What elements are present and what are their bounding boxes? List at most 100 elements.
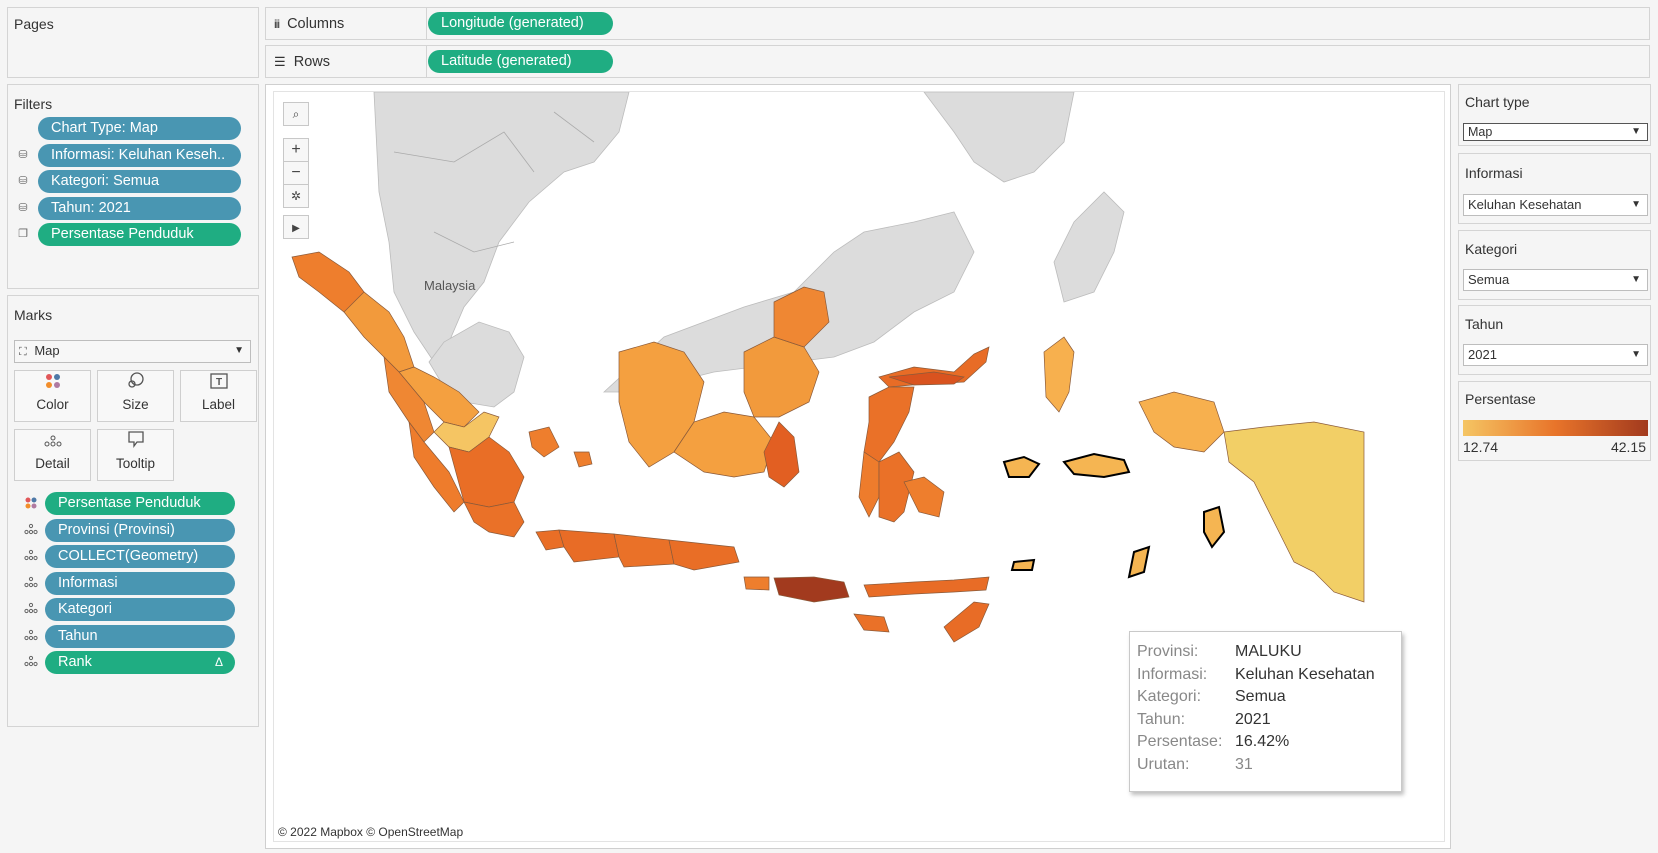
- filter-pill[interactable]: Chart Type: Map: [38, 117, 241, 140]
- informasi-dropdown[interactable]: Keluhan Kesehatan ▼: [1463, 194, 1648, 216]
- color-icon: [24, 496, 38, 510]
- province-jateng: [613, 533, 675, 568]
- mark-field-pill[interactable]: Kategori: [45, 598, 235, 621]
- legend-max: 42.15: [1610, 439, 1646, 455]
- label-card[interactable]: T Label: [180, 370, 257, 422]
- chevron-down-icon[interactable]: ▼: [1631, 345, 1641, 365]
- columns-icon: iii: [274, 17, 280, 31]
- datasource-filter-icon: ⛁: [18, 148, 28, 161]
- reset-map-icon: ✲: [290, 189, 302, 203]
- shelf-divider: [426, 46, 427, 77]
- tooltip-key: Urutan:: [1137, 756, 1190, 773]
- sheets-filter-icon: ❐: [18, 228, 28, 240]
- province-babel: [528, 426, 560, 458]
- shelf-divider: [426, 8, 427, 39]
- rows-shelf-label: ☰ Rows: [274, 54, 330, 70]
- datasource-filter-icon: ⛁: [18, 175, 28, 187]
- province-lampung: [463, 501, 525, 538]
- color-legend[interactable]: Persentase 12.74 42.15: [1458, 381, 1651, 461]
- province-bali: [743, 576, 770, 591]
- detail-icon: [24, 549, 38, 563]
- size-icon: [98, 371, 173, 397]
- mark-field-pill[interactable]: Rank Δ: [45, 651, 235, 674]
- detail-icon: [24, 523, 38, 537]
- mark-type-value: Map: [34, 343, 60, 358]
- param-chart-type[interactable]: Chart type Map ▼: [1458, 84, 1651, 146]
- chevron-down-icon[interactable]: ▼: [1631, 195, 1641, 215]
- zoom-out-button[interactable]: −: [283, 161, 309, 185]
- map-search-button[interactable]: ⌕: [283, 102, 309, 126]
- tooltip-icon: [98, 430, 173, 456]
- color-card[interactable]: Color: [14, 370, 91, 422]
- tahun-dropdown[interactable]: 2021 ▼: [1463, 344, 1648, 366]
- province-sultra: [903, 476, 945, 518]
- detail-icon: [15, 430, 90, 456]
- mark-field-pill[interactable]: Persentase Penduduk: [45, 492, 235, 515]
- filter-pill[interactable]: Informasi: Keluhan Keseh..: [38, 143, 241, 167]
- zoom-in-button[interactable]: +: [283, 138, 309, 162]
- columns-shelf[interactable]: iii Columns Longitude (generated): [265, 7, 1650, 40]
- mark-type-dropdown[interactable]: ⛶ Map ▼: [14, 340, 251, 363]
- map-attribution[interactable]: © 2022 Mapbox © OpenStreetMap: [278, 825, 463, 839]
- tooltip-value: Keluhan Kesehatan: [1235, 665, 1375, 683]
- filter-pill[interactable]: Kategori: Semua: [38, 170, 241, 193]
- tooltip-key: Tahun:: [1137, 710, 1186, 728]
- search-icon: ⌕: [292, 107, 300, 121]
- dropdown-value: Semua: [1468, 272, 1510, 287]
- province-ntt: [863, 576, 990, 598]
- province-sulteng: [863, 386, 915, 463]
- param-kategori[interactable]: Kategori Semua ▼: [1458, 230, 1651, 300]
- mark-field-label: Provinsi (Provinsi): [58, 521, 175, 538]
- columns-shelf-label: iii Columns: [274, 16, 345, 32]
- param-informasi[interactable]: Informasi Keluhan Kesehatan ▼: [1458, 153, 1651, 224]
- mark-field-pill[interactable]: Tahun: [45, 624, 235, 648]
- detail-icon: [24, 602, 38, 616]
- mark-field-label: Persentase Penduduk: [58, 495, 201, 511]
- mark-field-label: Informasi: [58, 574, 118, 591]
- param-tahun[interactable]: Tahun 2021 ▼: [1458, 305, 1651, 375]
- table-calc-delta-icon: Δ: [214, 655, 223, 669]
- reset-map-button[interactable]: ✲: [283, 184, 309, 208]
- province-jabar: [558, 529, 620, 563]
- param-title: Chart type: [1465, 94, 1530, 110]
- pages-shelf[interactable]: Pages: [7, 7, 259, 78]
- marks-card[interactable]: Marks ⛶ Map ▼ Color Size T Label Detail …: [7, 295, 259, 727]
- detail-icon: [24, 655, 38, 669]
- legend-title: Persentase: [1465, 391, 1536, 407]
- dropdown-value: 2021: [1468, 347, 1497, 362]
- province-malut: [1043, 336, 1075, 413]
- detail-card[interactable]: Detail: [14, 429, 91, 481]
- columns-pill-longitude[interactable]: Longitude (generated): [428, 12, 613, 35]
- mark-field-pill[interactable]: Provinsi (Provinsi): [45, 518, 235, 542]
- chevron-down-icon[interactable]: ▼: [234, 341, 244, 361]
- chevron-down-icon[interactable]: ▼: [1631, 124, 1641, 140]
- chevron-down-icon[interactable]: ▼: [1631, 270, 1641, 290]
- chart-type-dropdown[interactable]: Map ▼: [1463, 123, 1648, 141]
- filters-shelf[interactable]: Filters Chart Type: Map ⛁ Informasi: Keluh…: [7, 84, 259, 289]
- province-maluku: [1002, 452, 1226, 579]
- filter-pill[interactable]: Tahun: 2021: [38, 196, 241, 220]
- param-title: Tahun: [1465, 316, 1504, 332]
- rows-shelf[interactable]: ☰ Rows Latitude (generated): [265, 45, 1650, 78]
- size-card-label: Size: [122, 397, 149, 412]
- tooltip-value: 31: [1235, 756, 1253, 773]
- mark-field-pill[interactable]: COLLECT(Geometry): [45, 545, 235, 568]
- rows-pill-latitude[interactable]: Latitude (generated): [428, 50, 613, 73]
- map-tooltip: Provinsi: MALUKU Informasi: Keluhan Kesehat…: [1129, 631, 1402, 792]
- legend-min: 12.74: [1463, 439, 1499, 455]
- tooltip-card[interactable]: Tooltip: [97, 429, 174, 481]
- province-ntb: [773, 576, 850, 603]
- filter-pill[interactable]: Persentase Penduduk: [38, 223, 241, 246]
- zoom-in-icon: +: [291, 141, 301, 158]
- detail-icon: [24, 576, 38, 590]
- map-mark-icon: ⛶: [19, 346, 27, 358]
- legend-color-ramp: [1463, 420, 1648, 436]
- expand-toolbar-button[interactable]: ▶: [283, 215, 309, 239]
- mark-field-pill[interactable]: Informasi: [45, 571, 235, 595]
- dropdown-value: Keluhan Kesehatan: [1468, 197, 1582, 212]
- kategori-dropdown[interactable]: Semua ▼: [1463, 269, 1648, 291]
- mark-field-label: Rank: [58, 654, 92, 670]
- tooltip-value: 2021: [1235, 710, 1271, 728]
- size-card[interactable]: Size: [97, 370, 174, 422]
- province-babel-2: [573, 451, 593, 468]
